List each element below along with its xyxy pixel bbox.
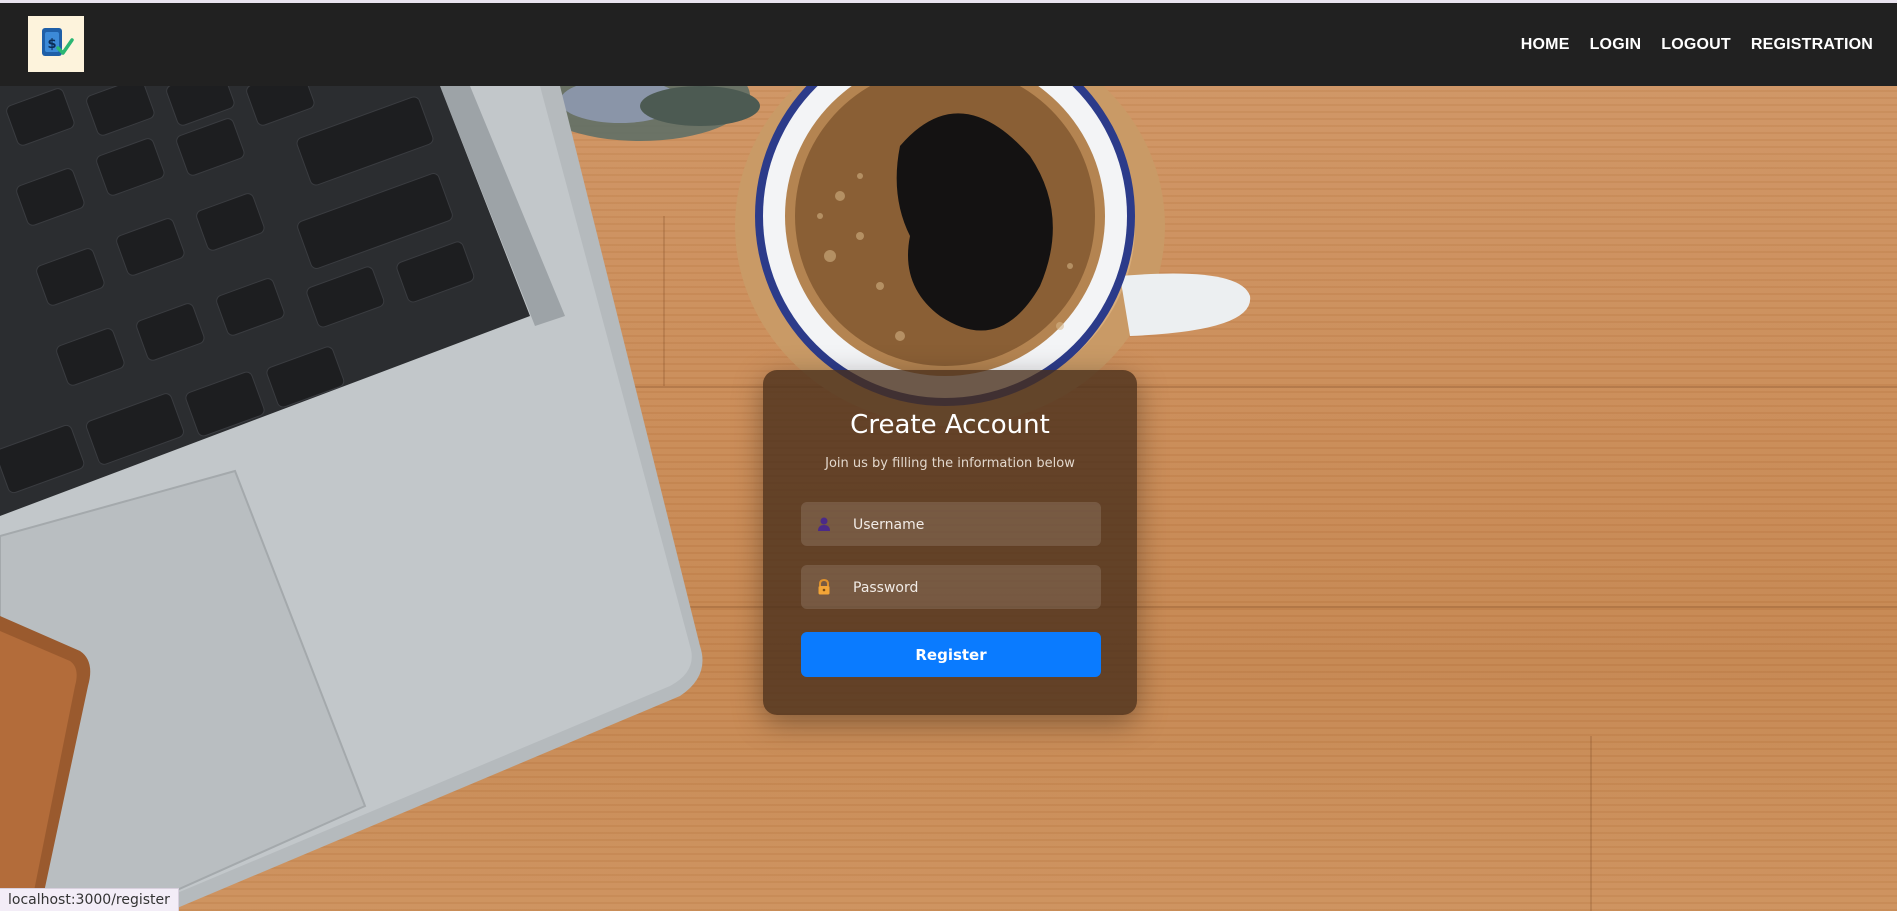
username-field[interactable] [801, 502, 1101, 548]
username-input[interactable] [851, 502, 1095, 548]
password-field[interactable] [801, 565, 1101, 611]
user-icon [815, 515, 833, 533]
nav-login[interactable]: LOGIN [1590, 36, 1642, 54]
finance-check-logo-icon: $ [42, 28, 74, 56]
nav-links: HOME LOGIN LOGOUT REGISTRATION [1521, 3, 1873, 86]
nav-home[interactable]: HOME [1521, 36, 1570, 54]
nav-logout[interactable]: LOGOUT [1661, 36, 1731, 54]
navbar: $ HOME LOGIN LOGOUT REGISTRATION [0, 3, 1897, 86]
svg-text:$: $ [47, 37, 56, 52]
form-title: Create Account [850, 410, 1050, 440]
password-input[interactable] [851, 565, 1095, 611]
registration-card: Create Account Join us by filling the in… [763, 370, 1137, 715]
lock-icon [815, 578, 833, 596]
nav-registration[interactable]: REGISTRATION [1751, 36, 1873, 54]
background-photo: Create Account Join us by filling the in… [0, 86, 1897, 911]
status-bar-url: localhost:3000/register [0, 888, 179, 911]
form-subtitle: Join us by filling the information below [825, 456, 1075, 471]
site-logo[interactable]: $ [28, 16, 84, 72]
register-button[interactable]: Register [801, 632, 1101, 677]
